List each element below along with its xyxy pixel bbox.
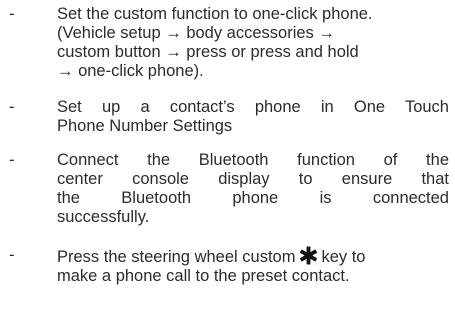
list-bullet: - [9,151,15,169]
list-bullet: - [9,5,15,23]
list-bullet: - [9,98,15,116]
list-bullet: - [9,246,15,264]
list-item-text: Set the custom function to one-click pho… [57,5,449,81]
asterisk-star-icon [298,246,319,265]
text-line: the Bluetooth phone is connected [57,189,449,207]
instruction-list: - Set the custom function to one-click p… [0,0,455,328]
text-line-with-icon: Press the steering wheel custom key to [57,246,449,267]
list-item-text: Connect the Bluetooth function of the ce… [57,151,449,227]
text-segment: Press the steering wheel custom [57,248,296,266]
text-line: successfully. [57,208,150,226]
text-line: Phone Number Settings [57,117,233,135]
text-line: Set the custom function to one-click pho… [57,5,373,23]
list-item-text: Press the steering wheel custom key to m… [57,246,449,286]
text-line: Connect the Bluetooth function of the [57,151,449,169]
text-line: center console display to ensure that [57,170,449,188]
text-line: (Vehicle setup → body accessories → [57,24,335,42]
text-line: → one-click phone). [57,62,204,80]
text-line: Set up a contact’s phone in One Touch [57,98,449,116]
text-line: make a phone call to the preset contact. [57,267,350,285]
text-line: custom button → press or press and hold [57,43,359,61]
list-item-text: Set up a contact’s phone in One Touch Ph… [57,98,449,136]
text-segment: key to [321,248,366,266]
